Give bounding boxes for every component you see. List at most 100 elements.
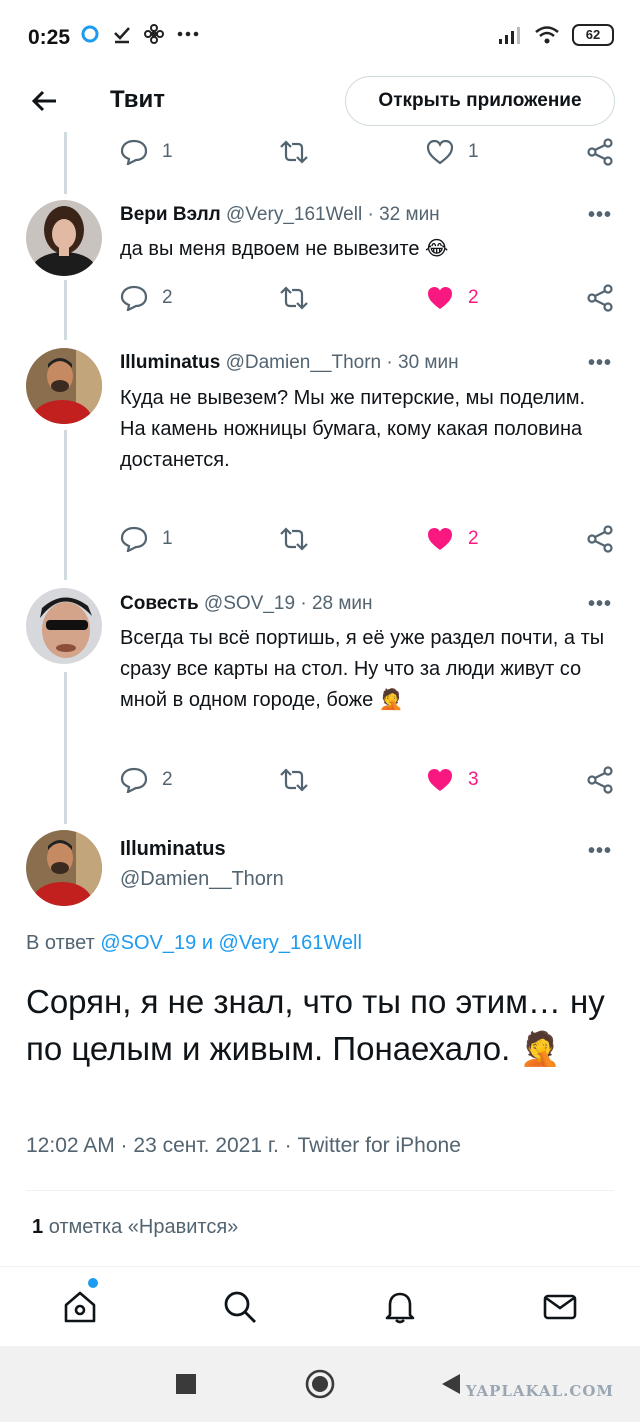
likes-summary[interactable]: 1 отметка «Нравится» [32, 1216, 238, 1239]
thread-line [64, 672, 67, 824]
mention-link[interactable]: @SOV_19 [100, 932, 196, 954]
more-options-icon[interactable]: ••• [588, 204, 612, 227]
reply-button[interactable]: 2 [120, 278, 173, 318]
reply-count: 2 [162, 287, 173, 308]
tweet-actions: 1 1 [120, 132, 620, 172]
tweet-text: Всегда ты всё портишь, я её уже раздел п… [120, 627, 605, 711]
reply-button[interactable]: 1 [120, 519, 173, 559]
new-content-dot [88, 1278, 98, 1288]
in-reply-prefix: В ответ [26, 932, 95, 954]
author-name[interactable]: Вери Вэлл [120, 204, 221, 225]
author-name[interactable]: Совесть [120, 593, 199, 614]
signal-icon [499, 27, 520, 44]
avatar[interactable] [26, 348, 102, 424]
retweet-icon [280, 527, 308, 551]
open-app-button[interactable]: Открыть приложение [345, 76, 615, 126]
reply-icon [120, 767, 148, 793]
heart-outline-icon [426, 139, 454, 165]
flower-app-icon [144, 24, 164, 44]
likes-count: 1 [32, 1216, 44, 1238]
tweet-author-line: Вери Вэлл @Very_161Well · 32 мин [120, 204, 440, 225]
mention-link[interactable]: @Very_161Well [219, 932, 362, 954]
retweet-button[interactable] [278, 760, 310, 800]
retweet-icon [280, 286, 308, 310]
tweet-actions: 2 3 [120, 760, 620, 800]
thread-line [64, 280, 67, 340]
thread-line [64, 430, 67, 580]
share-icon [587, 284, 613, 312]
wifi-icon [535, 26, 559, 44]
back-triangle-icon[interactable] [440, 1372, 462, 1396]
tweet-text: да вы меня вдвоем не вывезите 😂 [120, 238, 449, 260]
retweet-button[interactable] [278, 519, 310, 559]
retweet-button[interactable] [278, 132, 310, 172]
more-options-icon[interactable]: ••• [588, 352, 612, 375]
avatar[interactable] [26, 830, 102, 906]
tweet-author-line: Совесть @SOV_19 · 28 мин [120, 593, 373, 614]
likes-label: отметка «Нравится» [48, 1216, 239, 1238]
share-icon [587, 138, 613, 166]
status-bar: 0:25 62 [0, 0, 640, 72]
thread-line [64, 132, 67, 194]
avatar[interactable] [26, 200, 102, 276]
more-options-icon[interactable]: ••• [588, 840, 612, 863]
circle-app-icon [81, 25, 99, 43]
reply-icon [120, 526, 148, 552]
messages-icon[interactable] [542, 1289, 578, 1325]
status-system-icons: 62 [498, 24, 614, 46]
retweet-button[interactable] [278, 278, 310, 318]
like-button[interactable]: 1 [426, 132, 479, 172]
reply-count: 1 [162, 141, 173, 162]
share-button[interactable] [586, 519, 614, 559]
in-reply-to: В ответ @SOV_19 и @Very_161Well [26, 932, 362, 955]
status-time: 0:25 [28, 26, 71, 49]
battery-icon: 62 [572, 24, 614, 46]
author-handle[interactable]: @Very_161Well [226, 204, 362, 225]
like-count: 1 [468, 141, 479, 162]
retweet-icon [280, 768, 308, 792]
like-button[interactable]: 3 [426, 760, 479, 800]
tweet-actions: 2 2 [120, 278, 620, 318]
page-title: Твит [110, 86, 166, 113]
tweet-time: 32 мин [379, 204, 440, 225]
reply-count: 1 [162, 528, 173, 549]
search-icon[interactable] [222, 1289, 258, 1325]
back-arrow-icon[interactable] [30, 86, 60, 116]
tweet-author-line: Illuminatus @Damien__Thorn · 30 мин [120, 352, 459, 373]
more-notifications-icon [177, 31, 199, 37]
like-button[interactable]: 2 [426, 278, 479, 318]
share-icon [587, 766, 613, 794]
share-button[interactable] [586, 132, 614, 172]
share-button[interactable] [586, 760, 614, 800]
watermark: YAPLAKAL.COM [465, 1382, 614, 1400]
heart-filled-icon [428, 769, 452, 791]
author-name[interactable]: Illuminatus [120, 352, 220, 373]
tweet-time: 28 мин [311, 593, 373, 614]
reply-button[interactable]: 1 [120, 132, 173, 172]
like-count: 2 [468, 528, 479, 549]
tweet-text: Сорян, я не знал, что ты по этим… ну по … [26, 983, 605, 1067]
tweet-time: 30 мин [398, 352, 459, 373]
recents-icon[interactable] [176, 1374, 196, 1394]
home-button-icon[interactable] [304, 1368, 336, 1400]
check-download-icon [114, 27, 130, 44]
like-button[interactable]: 2 [426, 519, 479, 559]
in-reply-and: и [201, 932, 213, 954]
avatar[interactable] [26, 588, 102, 664]
heart-filled-icon [428, 287, 452, 309]
notifications-bell-icon[interactable] [382, 1289, 418, 1325]
heart-filled-icon [428, 528, 452, 550]
reply-button[interactable]: 2 [120, 760, 173, 800]
author-name[interactable]: Illuminatus [120, 838, 226, 861]
home-icon[interactable] [62, 1289, 98, 1325]
like-count: 2 [468, 287, 479, 308]
reply-icon [120, 285, 148, 311]
tweet-meta: 12:02 AM · 23 сент. 2021 г. · Twitter fo… [26, 1134, 461, 1157]
reply-count: 2 [162, 769, 173, 790]
more-options-icon[interactable]: ••• [588, 593, 612, 616]
share-icon [587, 525, 613, 553]
share-button[interactable] [586, 278, 614, 318]
author-handle[interactable]: @Damien__Thorn [226, 352, 382, 373]
author-handle[interactable]: @SOV_19 [204, 593, 295, 614]
author-handle[interactable]: @Damien__Thorn [120, 868, 284, 891]
